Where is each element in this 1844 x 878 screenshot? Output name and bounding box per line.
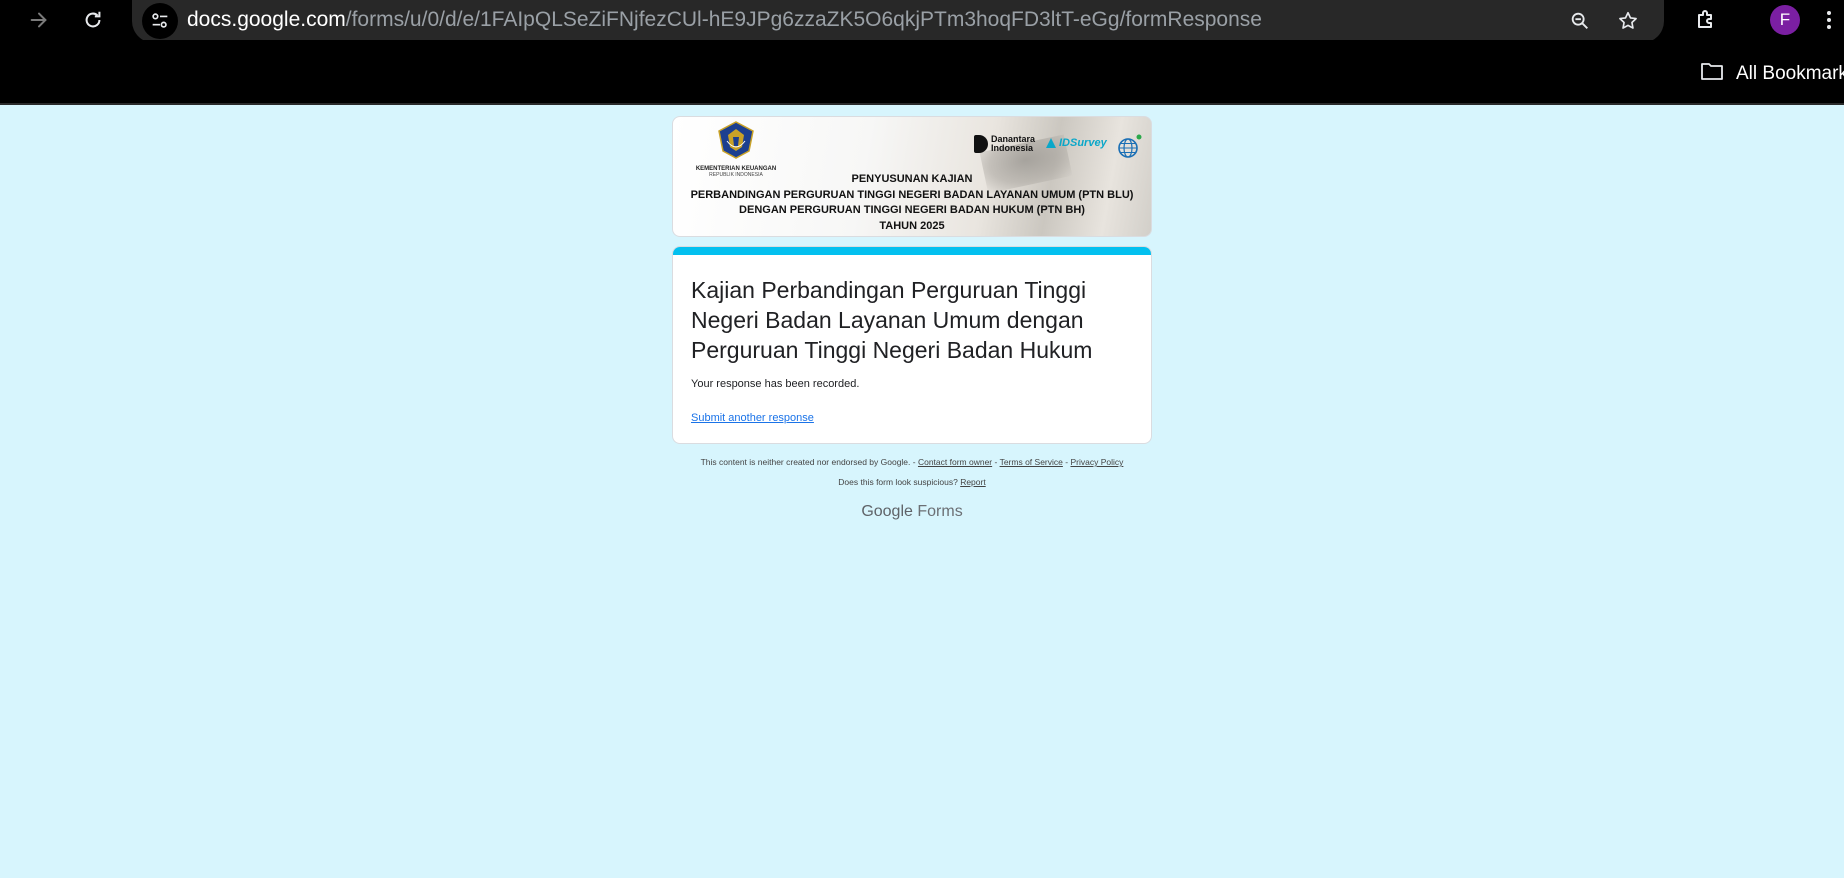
banner-line-2: PERBANDINGAN PERGURUAN TINGGI NEGERI BAD… (690, 188, 1134, 201)
url-host: docs.google.com (187, 8, 346, 31)
contact-form-owner-link[interactable]: Contact form owner (918, 457, 992, 467)
bookmark-star-icon[interactable] (1613, 6, 1643, 36)
footer-report: Does this form look suspicious? Report (672, 477, 1152, 487)
idsurvey-logo: IDSurvey (1045, 137, 1107, 149)
kemenkeu-logo: KEMENTERIAN KEUANGAN REPUBLIK INDONESIA (693, 121, 779, 178)
idsurvey-mark-icon (1046, 138, 1056, 148)
footer-disclaimer: This content is neither created nor endo… (672, 457, 1152, 467)
disclaimer-text: This content is neither created nor endo… (700, 457, 916, 467)
zoom-icon[interactable] (1565, 6, 1595, 36)
all-bookmarks-button[interactable]: All Bookmarks (1700, 61, 1844, 86)
footer-separator: - (994, 457, 998, 467)
extensions-icon[interactable] (1691, 5, 1721, 35)
confirmation-message: Your response has been recorded. (691, 378, 860, 390)
site-info-icon[interactable] (142, 3, 178, 39)
privacy-policy-link[interactable]: Privacy Policy (1070, 457, 1123, 467)
form-title: Kajian Perbandingan Perguruan Tinggi Neg… (691, 277, 1093, 363)
url-text[interactable]: docs.google.com/forms/u/0/d/e/1FAIpQLSeZ… (187, 7, 1262, 33)
profile-initial: F (1779, 10, 1791, 29)
google-wordmark: Google (861, 503, 913, 520)
google-forms-logo[interactable]: Google Forms (672, 503, 1152, 521)
card-accent-bar (673, 247, 1151, 255)
banner-heading: PENYUSUNAN KAJIAN PERBANDINGAN PERGURUAN… (673, 172, 1151, 234)
suspicious-text: Does this form look suspicious? (838, 477, 958, 487)
bookmarks-bar: All Bookmarks (0, 40, 1844, 105)
terms-of-service-link[interactable]: Terms of Service (1000, 457, 1063, 467)
idsurvey-text: IDSurvey (1059, 137, 1107, 149)
folder-icon (1700, 61, 1724, 86)
forms-wordmark: Forms (917, 503, 963, 520)
danantara-mark-icon (974, 135, 988, 153)
url-path: /forms/u/0/d/e/1FAIpQLSeZiFNjfezCUl-hE9J… (345, 8, 1262, 31)
banner-line-4: TAHUN 2025 (879, 219, 945, 232)
reload-icon[interactable] (78, 5, 108, 35)
menu-kebab-icon[interactable] (1814, 5, 1844, 35)
danantara-logo: Danantara Indonesia (974, 135, 1035, 153)
forward-arrow-icon[interactable] (24, 5, 54, 35)
address-bar[interactable]: docs.google.com/forms/u/0/d/e/1FAIpQLSeZ… (132, 0, 1664, 43)
globe-logo-icon (1118, 134, 1142, 158)
footer-separator: - (1065, 457, 1069, 467)
banner-line-1: PENYUSUNAN KAJIAN (851, 173, 973, 185)
banner-line-3: DENGAN PERGURUAN TINGGI NEGERI BADAN HUK… (739, 204, 1085, 216)
profile-avatar[interactable]: F (1770, 5, 1800, 35)
danantara-line2: Indonesia (991, 143, 1034, 153)
ministry-emblem-icon (718, 121, 754, 159)
form-header-banner: KEMENTERIAN KEUANGAN REPUBLIK INDONESIA … (672, 116, 1152, 237)
all-bookmarks-label: All Bookmarks (1736, 62, 1844, 84)
form-response-card: Kajian Perbandingan Perguruan Tinggi Neg… (672, 246, 1152, 444)
submit-another-response-link[interactable]: Submit another response (691, 412, 814, 424)
report-link[interactable]: Report (960, 477, 986, 487)
browser-toolbar: docs.google.com/forms/u/0/d/e/1FAIpQLSeZ… (0, 0, 1844, 43)
